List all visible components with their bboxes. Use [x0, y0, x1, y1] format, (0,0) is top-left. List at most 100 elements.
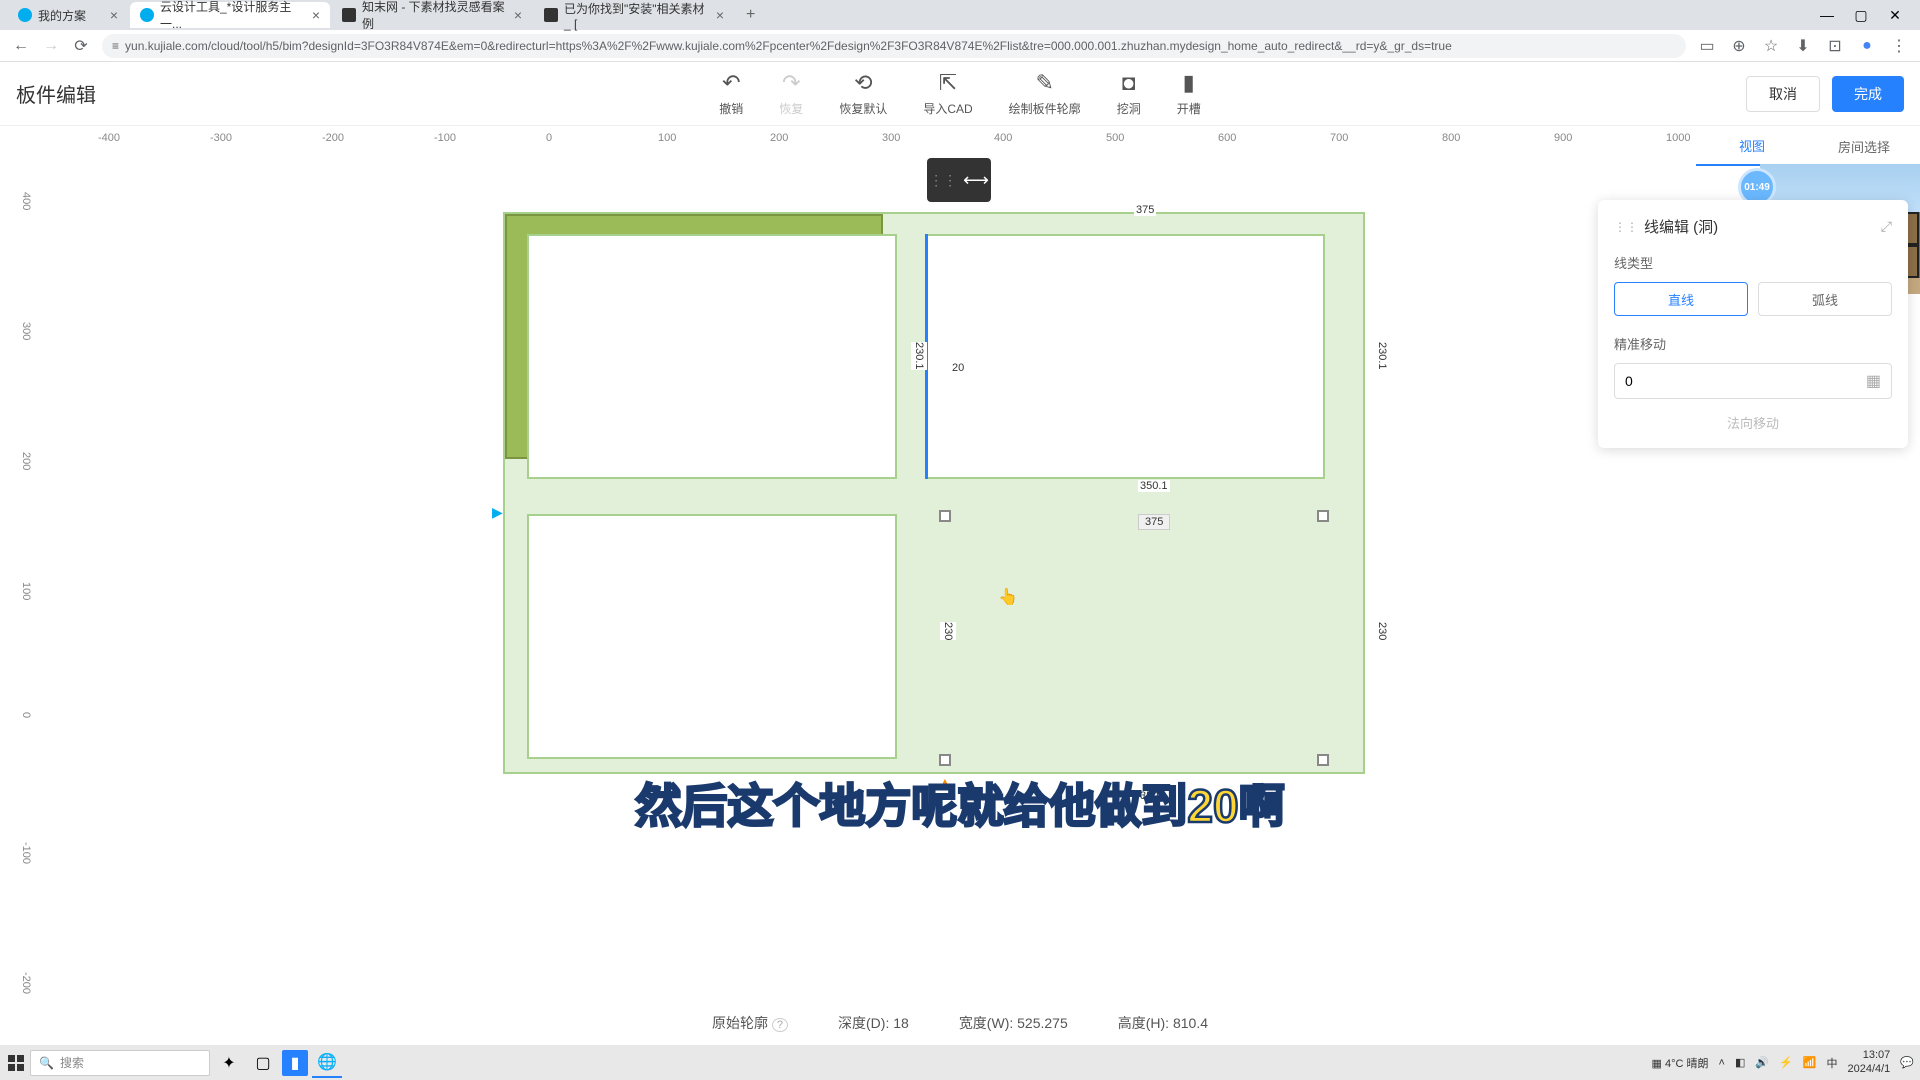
ruler-tick: 700 [1330, 132, 1348, 144]
ruler-tick: 400 [994, 132, 1012, 144]
weather-widget[interactable]: ▦ 4°C 晴朗 [1652, 1055, 1709, 1071]
maximize-icon[interactable]: ▢ [1854, 8, 1868, 22]
tab-4[interactable]: 已为你找到"安装"相关素材_ [× [534, 2, 734, 28]
drag-icon[interactable]: ⋮⋮ [1614, 220, 1638, 234]
translate-icon[interactable]: ▭ [1698, 37, 1716, 55]
dim-label: 230.1 [1374, 342, 1390, 370]
taskbar: 🔍搜索 ✦ ▢ ▮ 🌐 ▦ 4°C 晴朗 ˄ ◧ 🔊 ⚡ 📶 中 13:07 2… [0, 1045, 1920, 1080]
tab-1[interactable]: 我的方案× [8, 2, 128, 28]
tab-view[interactable]: 视图 [1696, 126, 1808, 166]
extension-icon[interactable]: ⊡ [1826, 37, 1844, 55]
url-input[interactable]: ≡yun.kujiale.com/cloud/tool/h5/bim?desig… [102, 34, 1686, 58]
dim-label: 230.1 [911, 342, 927, 370]
taskbar-search[interactable]: 🔍搜索 [30, 1050, 210, 1076]
redo-icon: ↷ [782, 70, 800, 96]
app-header: 板件编辑 ↶撤销 ↷恢复 ⟲恢复默认 ⇱导入CAD ✎绘制板件轮廓 ◘挖洞 ▮开… [0, 62, 1920, 126]
normal-move-button: 法向移动 [1614, 413, 1892, 432]
height-label: 高度(H): 810.4 [1118, 1013, 1208, 1033]
close-icon[interactable]: × [304, 7, 320, 23]
download-icon[interactable]: ⬇ [1794, 37, 1812, 55]
rect-top-right[interactable] [925, 234, 1325, 479]
line-type-label: 线类型 [1614, 253, 1892, 272]
chrome-icon[interactable]: 🌐 [312, 1048, 342, 1078]
cancel-button[interactable]: 取消 [1746, 76, 1820, 112]
profile-icon[interactable]: ● [1858, 37, 1876, 55]
pencil-icon: ✎ [1035, 70, 1053, 96]
move-input[interactable]: ▦ [1614, 363, 1892, 399]
dim-label: 230 [1374, 622, 1390, 640]
zoom-icon[interactable]: ⊕ [1730, 37, 1748, 55]
handle[interactable] [1317, 754, 1329, 766]
dim-label: 230 [940, 622, 956, 640]
tab-3[interactable]: 知末网 - 下素材找灵感看案例× [332, 2, 532, 28]
dim-label: 350.1 [1138, 480, 1170, 492]
handle[interactable] [939, 510, 951, 522]
panel-outline[interactable] [503, 212, 1365, 774]
rect-top-left[interactable] [527, 234, 897, 479]
reload-icon[interactable]: ⟳ [72, 37, 90, 55]
ime-indicator[interactable]: 中 [1826, 1055, 1837, 1071]
ruler-tick: 500 [1106, 132, 1124, 144]
ruler-tick: 600 [1218, 132, 1236, 144]
straight-line-button[interactable]: 直线 [1614, 282, 1748, 316]
forward-icon[interactable]: → [42, 37, 60, 55]
ruler-tick: 0 [546, 132, 552, 144]
align-icon[interactable]: ⟷ [963, 170, 989, 191]
dim-label: 375 [1138, 514, 1170, 530]
expand-icon[interactable]: ⤢ [1881, 218, 1892, 235]
import-cad-button[interactable]: ⇱导入CAD [923, 70, 972, 117]
dim-label: 20 [950, 362, 966, 374]
tab-room-select[interactable]: 房间选择 [1808, 126, 1920, 166]
undo-button[interactable]: ↶撤销 [719, 70, 743, 117]
close-window-icon[interactable]: ✕ [1888, 8, 1902, 22]
tab-icon [544, 8, 558, 22]
tab-2-active[interactable]: 云设计工具_*设计服务主一...× [130, 2, 330, 28]
ruler-tick: 300 [882, 132, 900, 144]
star-icon[interactable]: ☆ [1762, 37, 1780, 55]
browser-tabs: 我的方案× 云设计工具_*设计服务主一...× 知末网 - 下素材找灵感看案例×… [0, 0, 1920, 30]
new-tab-button[interactable]: + [736, 6, 765, 24]
close-icon[interactable]: × [102, 7, 118, 23]
rect-bottom-left[interactable] [527, 514, 897, 759]
ruler-tick: 0 [20, 712, 32, 718]
move-value-input[interactable] [1625, 373, 1866, 389]
handle[interactable] [1317, 510, 1329, 522]
search-icon: 🔍 [39, 1056, 54, 1070]
tray-wifi-icon[interactable]: 📶 [1803, 1056, 1817, 1069]
clock[interactable]: 13:07 2024/4/1 [1847, 1049, 1890, 1075]
ruler-horizontal: -400-300-200-100010020030040050060070080… [38, 128, 1920, 152]
complete-button[interactable]: 完成 [1832, 76, 1904, 112]
ruler-vertical: 4003002001000-100-200 [0, 152, 38, 1045]
hole-icon: ◘ [1122, 70, 1135, 96]
menu-icon[interactable]: ⋮ [1890, 37, 1908, 55]
handle[interactable] [939, 754, 951, 766]
ruler-tick: 900 [1554, 132, 1572, 144]
ruler-tick: 1000 [1666, 132, 1690, 144]
close-icon[interactable]: × [506, 7, 522, 23]
tray-icon[interactable]: 🔊 [1755, 1056, 1769, 1069]
calculator-icon[interactable]: ▦ [1866, 371, 1881, 391]
notification-icon[interactable]: 💬 [1900, 1056, 1914, 1069]
task-view-icon[interactable]: ▢ [248, 1048, 278, 1078]
tray-icon[interactable]: ⚡ [1779, 1056, 1793, 1069]
copilot-icon[interactable]: ✦ [214, 1048, 244, 1078]
reset-button[interactable]: ⟲恢复默认 [839, 70, 887, 117]
arc-line-button[interactable]: 弧线 [1758, 282, 1892, 316]
drag-handle-icon[interactable]: ⋮⋮ [929, 172, 957, 189]
ruler-tick: -100 [20, 842, 32, 864]
ruler-tick: 300 [20, 322, 32, 340]
tray-icon[interactable]: ◧ [1735, 1056, 1745, 1069]
draw-outline-button[interactable]: ✎绘制板件轮廓 [1009, 70, 1081, 117]
slot-button[interactable]: ▮开槽 [1177, 70, 1201, 117]
ruler-tick: 100 [658, 132, 676, 144]
app-icon[interactable]: ▮ [282, 1050, 308, 1076]
ruler-tick: 100 [20, 582, 32, 600]
hole-button[interactable]: ◘挖洞 [1117, 70, 1141, 117]
toolbar: ↶撤销 ↷恢复 ⟲恢复默认 ⇱导入CAD ✎绘制板件轮廓 ◘挖洞 ▮开槽 [719, 70, 1200, 117]
back-icon[interactable]: ← [12, 37, 30, 55]
minimize-icon[interactable]: — [1820, 8, 1834, 22]
close-icon[interactable]: × [708, 7, 724, 23]
tray-chevron-icon[interactable]: ˄ [1719, 1057, 1725, 1069]
start-button[interactable] [6, 1053, 26, 1073]
floating-toolbar[interactable]: ⋮⋮ ⟷ [927, 158, 991, 202]
